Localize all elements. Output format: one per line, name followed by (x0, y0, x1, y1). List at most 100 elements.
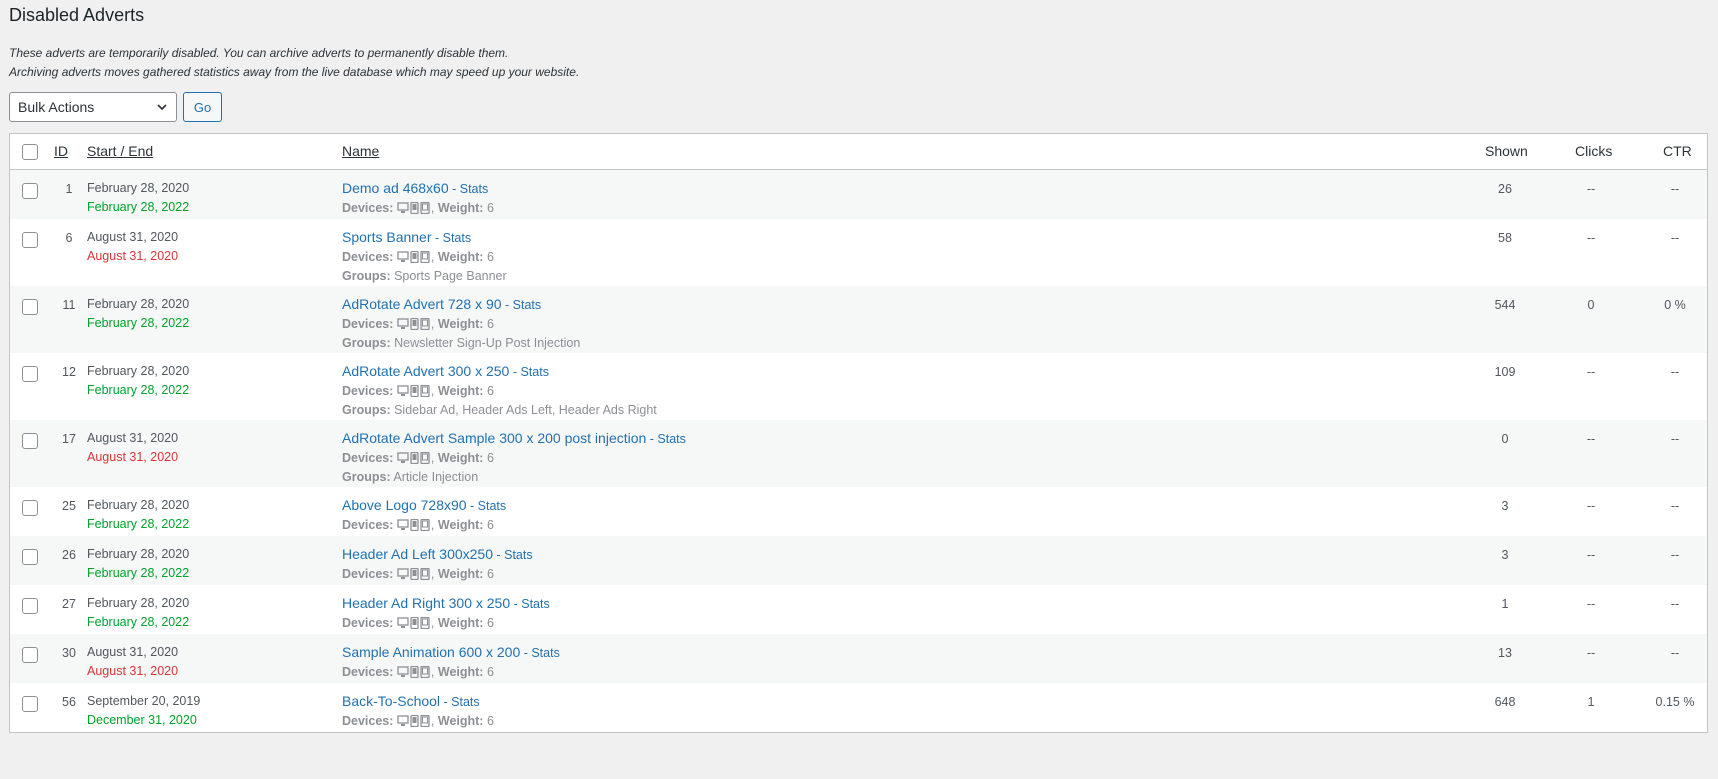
weight-value: 6 (486, 250, 494, 264)
start-date: February 28, 2020 (87, 596, 190, 610)
stats-separator: - (431, 231, 443, 245)
weight-label: Weight: (437, 665, 484, 679)
stats-link[interactable]: Stats (520, 365, 549, 379)
groups-label: Groups: (342, 403, 391, 417)
table-body: 1 February 28, 2020 February 28, 2022 De… (10, 170, 1707, 732)
row-checkbox[interactable] (22, 433, 38, 449)
column-id[interactable]: ID (54, 143, 68, 159)
devices-label: Devices: (342, 250, 394, 264)
clicks-count: -- (1586, 231, 1596, 245)
devices-label: Devices: (342, 317, 394, 331)
row-checkbox[interactable] (22, 647, 38, 663)
stats-link[interactable]: Stats (521, 597, 550, 611)
advert-name-cell: Above Logo 728x90 - Stats Devices: , Wei… (342, 496, 506, 535)
devices-icon (397, 251, 430, 263)
row-checkbox[interactable] (22, 232, 38, 248)
schedule: February 28, 2020 February 28, 2022 (87, 545, 189, 583)
devices-icon (397, 202, 430, 214)
select-all-checkbox[interactable] (22, 144, 38, 160)
advert-meta: Devices: , Weight: 6 (342, 714, 494, 728)
row-checkbox[interactable] (22, 183, 38, 199)
shown-count: 58 (1498, 231, 1512, 245)
shown-count: 648 (1494, 695, 1516, 709)
advert-name-link[interactable]: Sports Banner (342, 229, 432, 245)
stats-link[interactable]: Stats (657, 432, 686, 446)
row-checkbox[interactable] (22, 549, 38, 565)
groups-label: Groups: (342, 470, 391, 484)
weight-label: Weight: (437, 201, 484, 215)
table-row: 27 February 28, 2020 February 28, 2022 H… (10, 585, 1707, 634)
stats-link[interactable]: Stats (531, 646, 560, 660)
stats-separator: - (440, 695, 452, 709)
row-checkbox[interactable] (22, 366, 38, 382)
ctr-value: -- (1670, 499, 1680, 513)
ctr-value: -- (1670, 432, 1680, 446)
schedule: February 28, 2020 February 28, 2022 (87, 179, 189, 217)
advert-id: 1 (65, 182, 73, 196)
schedule: February 28, 2020 February 28, 2022 (87, 362, 189, 400)
bulk-actions-select[interactable]: Bulk Actions (9, 92, 177, 122)
schedule: August 31, 2020 August 31, 2020 (87, 643, 178, 681)
table-row: 30 August 31, 2020 August 31, 2020 Sampl… (10, 634, 1707, 683)
row-checkbox[interactable] (22, 299, 38, 315)
stats-separator: - (466, 499, 478, 513)
start-date: September 20, 2019 (87, 694, 201, 708)
devices-icon (397, 385, 430, 397)
stats-link[interactable]: Stats (504, 548, 533, 562)
clicks-count: 1 (1587, 695, 1595, 709)
adverts-table: ID Start / End Name Shown Clicks CTR 1 F… (9, 133, 1708, 733)
advert-meta: Devices: , Weight: 6 (342, 451, 494, 465)
row-checkbox[interactable] (22, 500, 38, 516)
bulk-actions-bar: Bulk Actions Go (9, 92, 1709, 122)
go-button[interactable]: Go (183, 92, 222, 122)
stats-separator: - (501, 298, 513, 312)
stats-separator: - (520, 646, 532, 660)
advert-meta: Devices: , Weight: 6 (342, 616, 494, 630)
schedule: February 28, 2020 February 28, 2022 (87, 496, 189, 534)
end-date: August 31, 2020 (87, 664, 179, 678)
advert-name-link[interactable]: Above Logo 728x90 (342, 497, 467, 513)
advert-name-link[interactable]: Header Ad Right 300 x 250 (342, 595, 510, 611)
groups-value: Article Injection (393, 470, 479, 484)
weight-label: Weight: (437, 317, 484, 331)
advert-name-link[interactable]: AdRotate Advert Sample 300 x 200 post in… (342, 430, 646, 446)
advert-name-cell: AdRotate Advert 300 x 250 - Stats Device… (342, 362, 657, 420)
stats-link[interactable]: Stats (451, 695, 480, 709)
clicks-count: -- (1586, 182, 1596, 196)
weight-value: 6 (486, 714, 494, 728)
advert-groups: Groups: Sports Page Banner (342, 267, 507, 286)
weight-label: Weight: (437, 518, 484, 532)
advert-name-link[interactable]: AdRotate Advert 728 x 90 (342, 296, 502, 312)
ctr-value: 0 % (1664, 298, 1686, 312)
advert-name-link[interactable]: Sample Animation 600 x 200 (342, 644, 520, 660)
row-checkbox[interactable] (22, 696, 38, 712)
table-row: 17 August 31, 2020 August 31, 2020 AdRot… (10, 420, 1707, 487)
advert-groups: Groups: Sidebar Ad, Header Ads Left, Hea… (342, 401, 657, 420)
description-line-2: Archiving adverts moves gathered statist… (9, 65, 580, 79)
end-date: February 28, 2022 (87, 316, 190, 330)
stats-link[interactable]: Stats (460, 182, 489, 196)
column-start-end[interactable]: Start / End (87, 143, 153, 159)
devices-icon (397, 568, 430, 580)
advert-name-link[interactable]: Back-To-School (342, 693, 440, 709)
table-row: 12 February 28, 2020 February 28, 2022 A… (10, 353, 1707, 420)
advert-id: 12 (62, 365, 76, 379)
weight-value: 6 (486, 567, 494, 581)
page-title: Disabled Adverts (9, 5, 145, 25)
clicks-count: -- (1586, 432, 1596, 446)
stats-link[interactable]: Stats (513, 298, 542, 312)
table-row: 26 February 28, 2020 February 28, 2022 H… (10, 536, 1707, 585)
advert-id: 27 (62, 597, 76, 611)
end-date: February 28, 2022 (87, 566, 190, 580)
schedule: August 31, 2020 August 31, 2020 (87, 429, 178, 467)
weight-label: Weight: (437, 451, 484, 465)
stats-link[interactable]: Stats (478, 499, 507, 513)
advert-name-link[interactable]: Header Ad Left 300x250 (342, 546, 493, 562)
advert-name-link[interactable]: Demo ad 468x60 (342, 180, 449, 196)
start-date: August 31, 2020 (87, 230, 179, 244)
stats-link[interactable]: Stats (443, 231, 472, 245)
column-name[interactable]: Name (342, 143, 379, 159)
weight-label: Weight: (437, 384, 484, 398)
row-checkbox[interactable] (22, 598, 38, 614)
advert-name-link[interactable]: AdRotate Advert 300 x 250 (342, 363, 509, 379)
